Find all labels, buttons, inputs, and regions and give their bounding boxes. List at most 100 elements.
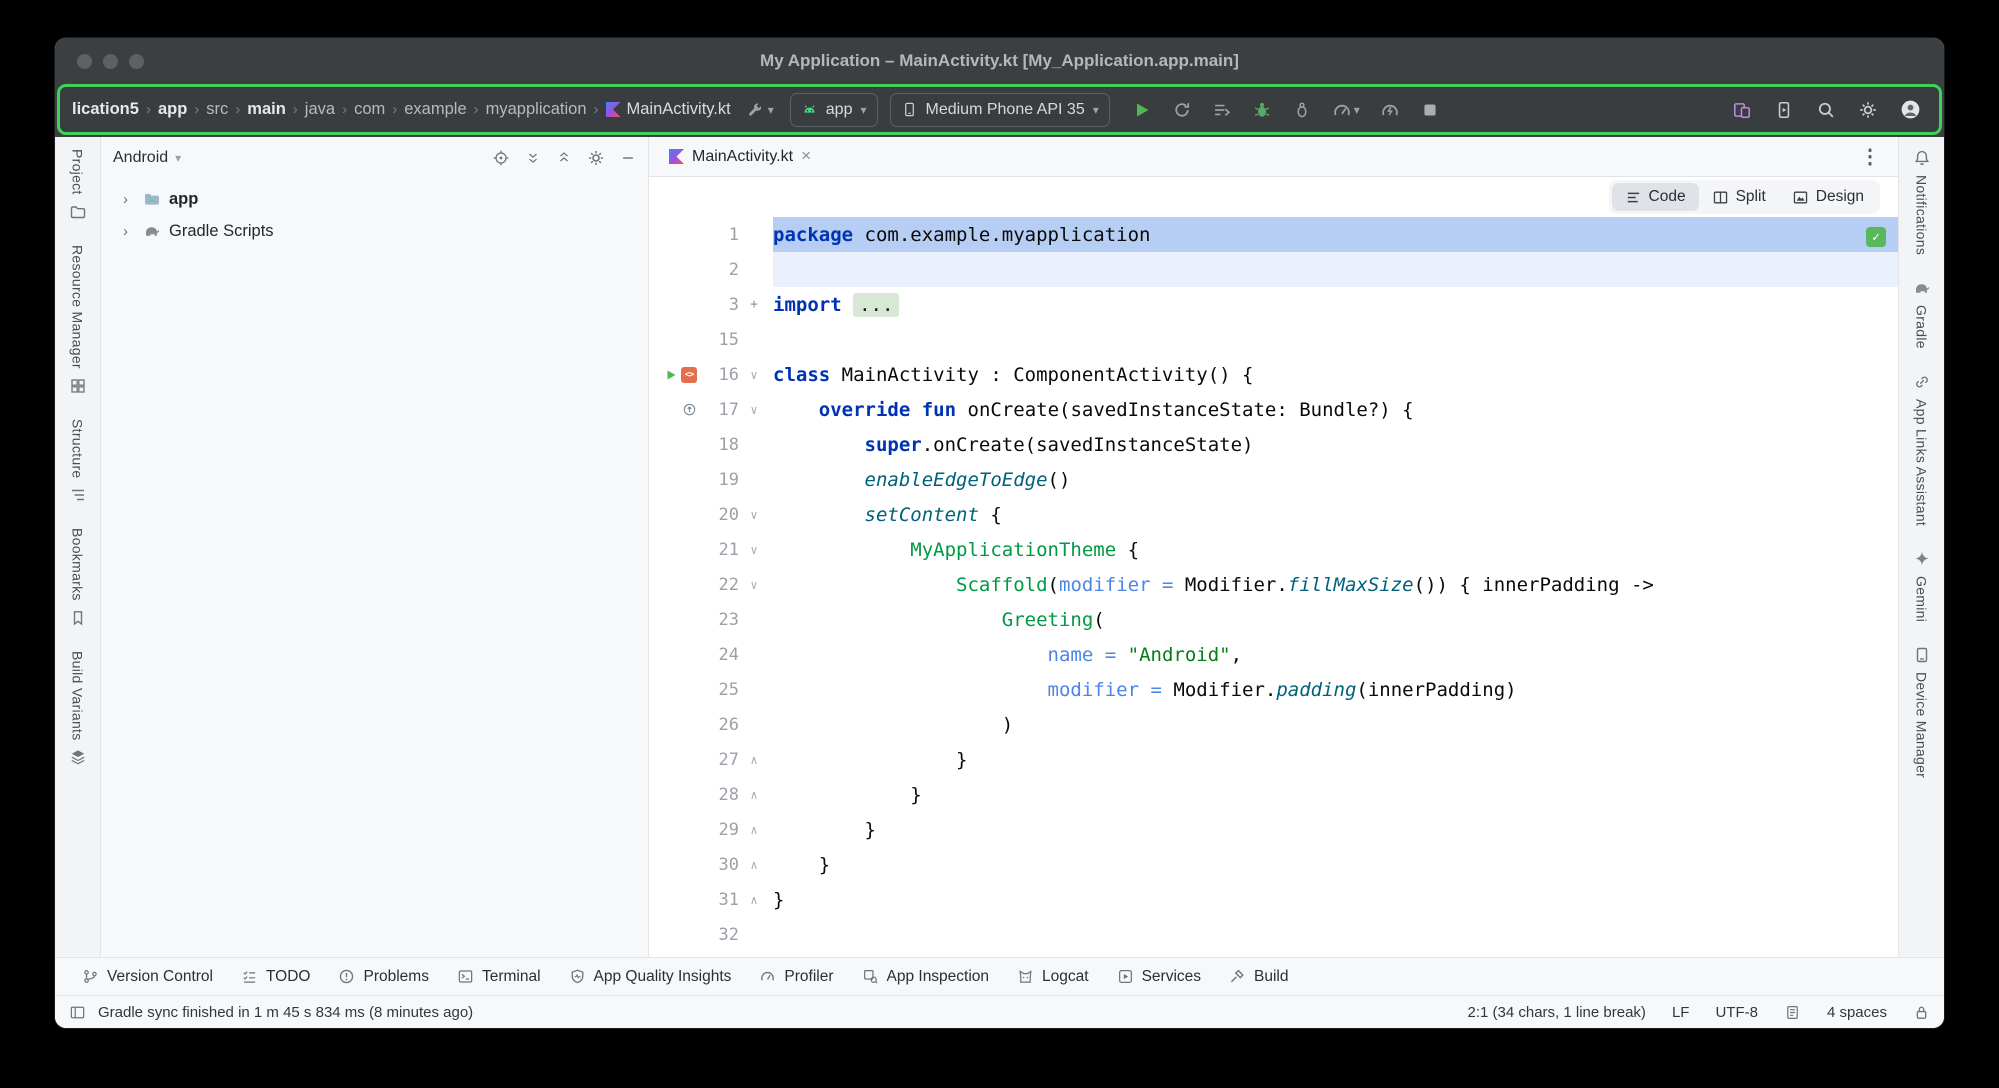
line-number[interactable]: 3 bbox=[697, 295, 739, 315]
line-number[interactable]: 16 bbox=[697, 365, 739, 385]
editor-gutter[interactable]: 26 bbox=[649, 707, 773, 742]
breadcrumb-item-src[interactable]: src bbox=[206, 100, 228, 119]
tool-window-tab-resource-manager[interactable]: Resource Manager bbox=[69, 245, 87, 395]
editor-tab-mainactivity[interactable]: MainActivity.kt × bbox=[655, 137, 825, 176]
title-bar[interactable]: My Application – MainActivity.kt [My_App… bbox=[55, 38, 1944, 84]
indent-widget[interactable]: 4 spaces bbox=[1827, 1004, 1887, 1021]
tool-window-tab-notifications[interactable]: Notifications bbox=[1913, 149, 1931, 255]
run-button[interactable] bbox=[1130, 98, 1154, 122]
editor-gutter[interactable]: 32 bbox=[649, 917, 773, 952]
tool-window-tab-gradle[interactable]: Gradle bbox=[1913, 279, 1931, 349]
tree-node-gradle-scripts[interactable]: ›Gradle Scripts bbox=[101, 215, 648, 247]
breadcrumb-item-example[interactable]: example bbox=[404, 100, 466, 119]
tool-window-button-logcat[interactable]: Logcat bbox=[1004, 958, 1102, 995]
tool-window-button-version-control[interactable]: Version Control bbox=[69, 958, 226, 995]
panel-settings-icon[interactable] bbox=[587, 149, 605, 167]
tool-window-button-terminal[interactable]: Terminal bbox=[444, 958, 554, 995]
fold-marker[interactable]: ∨ bbox=[739, 508, 769, 522]
run-gutter-icon[interactable] bbox=[664, 368, 678, 382]
fold-marker[interactable]: ∧ bbox=[739, 858, 769, 872]
collapse-all-icon[interactable] bbox=[556, 150, 572, 166]
fold-marker[interactable]: + bbox=[739, 297, 769, 312]
code-text[interactable]: class MainActivity : ComponentActivity()… bbox=[773, 357, 1898, 392]
editor-gutter[interactable]: 20∨ bbox=[649, 497, 773, 532]
run-configuration-select[interactable]: app ▾ bbox=[790, 93, 878, 127]
code-text[interactable]: } bbox=[773, 882, 1898, 917]
fold-marker[interactable]: ∧ bbox=[739, 788, 769, 802]
editor-gutter[interactable]: 29∧ bbox=[649, 812, 773, 847]
fold-marker[interactable]: ∨ bbox=[739, 543, 769, 557]
breadcrumb-item-app[interactable]: app bbox=[158, 100, 187, 119]
tool-window-tab-structure[interactable]: Structure bbox=[69, 419, 87, 505]
line-number[interactable]: 15 bbox=[697, 330, 739, 350]
target-icon[interactable] bbox=[492, 149, 510, 167]
chevron-right-icon[interactable]: › bbox=[123, 223, 135, 240]
fold-marker[interactable]: ∧ bbox=[739, 893, 769, 907]
editor-gutter[interactable]: 24 bbox=[649, 637, 773, 672]
debug-button[interactable] bbox=[1250, 98, 1274, 122]
editor-gutter[interactable]: 23 bbox=[649, 602, 773, 637]
tool-window-button-app-inspection[interactable]: App Inspection bbox=[849, 958, 1003, 995]
code-text[interactable]: } bbox=[773, 742, 1898, 777]
breadcrumb-item-main[interactable]: main bbox=[247, 100, 286, 119]
editor-gutter[interactable]: 3+ bbox=[649, 287, 773, 322]
settings-button[interactable] bbox=[1856, 98, 1880, 122]
code-text[interactable]: } bbox=[773, 812, 1898, 847]
fold-marker[interactable]: ∧ bbox=[739, 823, 769, 837]
editor-gutter[interactable]: 21∨ bbox=[649, 532, 773, 567]
line-number[interactable]: 25 bbox=[697, 680, 739, 700]
tool-window-tab-project[interactable]: Project bbox=[69, 149, 87, 221]
editor-gutter[interactable]: 2 bbox=[649, 252, 773, 287]
line-number[interactable]: 32 bbox=[697, 925, 739, 945]
line-number[interactable]: 26 bbox=[697, 715, 739, 735]
line-number[interactable]: 29 bbox=[697, 820, 739, 840]
apply-changes-button[interactable] bbox=[1170, 98, 1194, 122]
line-number[interactable]: 21 bbox=[697, 540, 739, 560]
code-text[interactable]: package com.example.myapplication bbox=[773, 217, 1898, 252]
line-number[interactable]: 24 bbox=[697, 645, 739, 665]
breadcrumb-item-com[interactable]: com bbox=[354, 100, 385, 119]
fold-marker[interactable]: ∧ bbox=[739, 753, 769, 767]
attach-debugger-button[interactable] bbox=[1290, 98, 1314, 122]
tool-window-tab-build-variants[interactable]: Build Variants bbox=[69, 651, 87, 767]
line-number[interactable]: 31 bbox=[697, 890, 739, 910]
code-text[interactable]: super.onCreate(savedInstanceState) bbox=[773, 427, 1898, 462]
view-mode-split[interactable]: Split bbox=[1699, 183, 1779, 211]
line-number[interactable]: 23 bbox=[697, 610, 739, 630]
minimize-button[interactable] bbox=[103, 54, 118, 69]
status-message[interactable]: Gradle sync finished in 1 m 45 s 834 ms … bbox=[98, 1004, 473, 1021]
code-text[interactable] bbox=[773, 322, 1898, 357]
tool-window-tab-device-manager[interactable]: Device Manager bbox=[1913, 646, 1931, 778]
code-text[interactable]: Greeting( bbox=[773, 602, 1898, 637]
code-text[interactable]: MyApplicationTheme { bbox=[773, 532, 1898, 567]
profile-low-overhead-button[interactable] bbox=[1378, 98, 1402, 122]
tool-window-button-app-quality-insights[interactable]: App Quality Insights bbox=[556, 958, 745, 995]
breadcrumb-item-lication5[interactable]: lication5 bbox=[72, 100, 139, 119]
tool-window-button-services[interactable]: Services bbox=[1104, 958, 1214, 995]
view-mode-code[interactable]: Code bbox=[1612, 183, 1699, 211]
tool-window-button-profiler[interactable]: Profiler bbox=[746, 958, 846, 995]
line-number[interactable]: 2 bbox=[697, 260, 739, 280]
code-text[interactable]: import ... bbox=[773, 287, 1898, 322]
editor-gutter[interactable]: 22∨ bbox=[649, 567, 773, 602]
tool-window-tab-gemini[interactable]: Gemini bbox=[1913, 550, 1931, 622]
tools-dropdown[interactable]: ▾ bbox=[743, 97, 778, 123]
tool-window-button-problems[interactable]: Problems bbox=[325, 958, 441, 995]
close-button[interactable] bbox=[77, 54, 92, 69]
close-tab-icon[interactable]: × bbox=[801, 147, 811, 166]
more-options-icon[interactable]: ⋮ bbox=[1860, 147, 1892, 167]
editor-gutter[interactable]: 30∧ bbox=[649, 847, 773, 882]
stop-button[interactable] bbox=[1418, 98, 1442, 122]
code-text[interactable]: } bbox=[773, 777, 1898, 812]
editor-gutter[interactable]: 25 bbox=[649, 672, 773, 707]
editor-gutter[interactable]: 1 bbox=[649, 217, 773, 252]
editor-gutter[interactable]: <>16∨ bbox=[649, 357, 773, 392]
breadcrumb-item-myapplication[interactable]: myapplication bbox=[486, 100, 587, 119]
apply-code-changes-button[interactable] bbox=[1210, 98, 1234, 122]
encoding-widget[interactable]: UTF-8 bbox=[1715, 1004, 1758, 1021]
running-devices-button[interactable] bbox=[1772, 98, 1796, 122]
line-separator-widget[interactable]: LF bbox=[1672, 1004, 1690, 1021]
editor-gutter[interactable]: 31∧ bbox=[649, 882, 773, 917]
zoom-button[interactable] bbox=[129, 54, 144, 69]
line-number[interactable]: 19 bbox=[697, 470, 739, 490]
